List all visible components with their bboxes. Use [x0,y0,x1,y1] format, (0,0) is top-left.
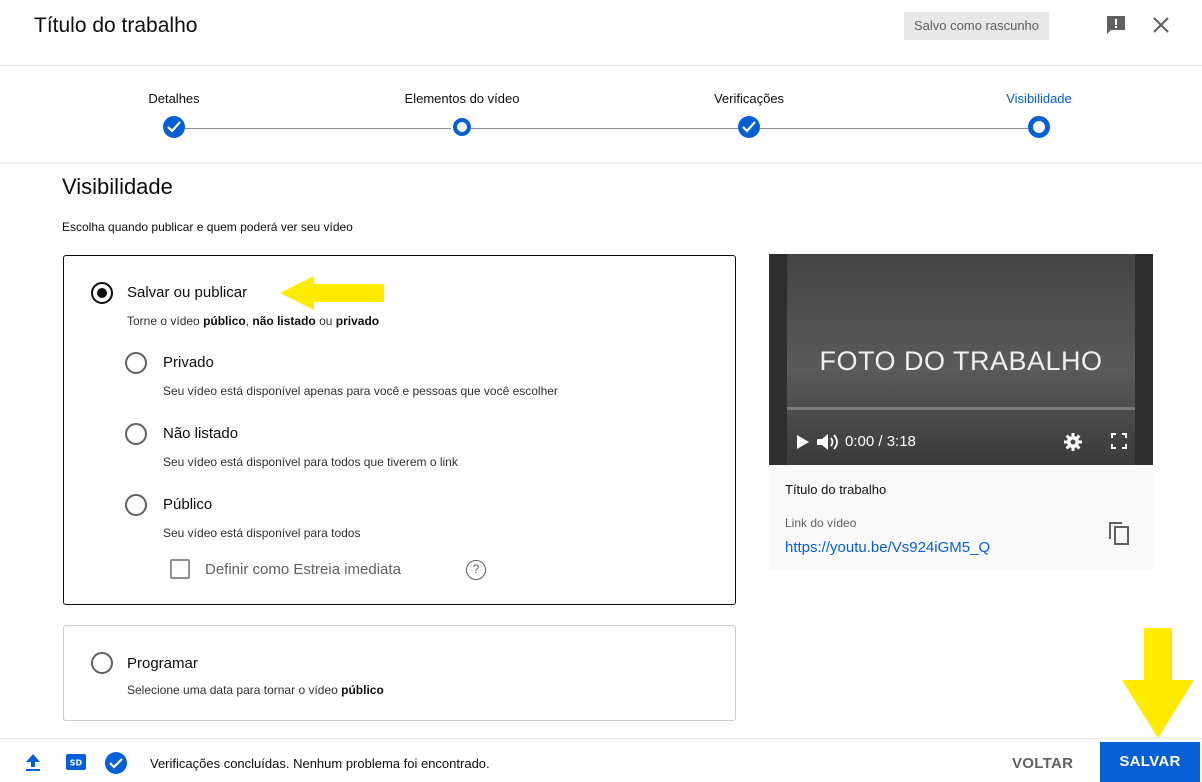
schedule-label: Programar [127,655,198,672]
checks-status-text: Verificações concluídas. Nenhum problema… [150,756,490,771]
step-pending-ring-icon[interactable] [453,118,471,136]
step-label-video-elements[interactable]: Elementos do vídeo [372,91,552,106]
fullscreen-icon[interactable] [1111,433,1127,449]
stepper-divider [0,162,1202,164]
play-icon[interactable] [797,435,809,449]
annotation-arrow-down-icon [1122,628,1194,738]
radio-private[interactable] [125,352,147,374]
premiere-checkbox[interactable] [170,559,190,579]
step-track [185,128,451,129]
video-thumbnail-text: FOTO DO TRABALHO [819,346,1103,376]
video-link-label: Link do vídeo [785,516,857,530]
checks-done-icon [105,752,127,774]
section-subtitle: Escolha quando publicar e quem poderá ve… [62,220,353,234]
step-label-checks[interactable]: Verificações [659,91,839,106]
video-preview-card: FOTO DO TRABALHO 0:00 / 3:18 Título do t… [769,254,1153,570]
step-done-check-icon[interactable] [738,116,760,138]
step-track [471,128,738,129]
copy-icon[interactable] [1107,520,1131,546]
save-publish-label: Salvar ou publicar [127,284,248,301]
option-public-desc: Seu vídeo está disponível para todos [163,526,361,540]
feedback-icon[interactable] [1104,13,1128,37]
schedule-card[interactable] [63,625,736,721]
step-done-check-icon[interactable] [163,116,185,138]
video-controls: 0:00 / 3:18 [769,419,1153,465]
radio-schedule[interactable] [91,652,113,674]
footer-divider [0,738,1202,739]
page-title: Título do trabalho [34,14,198,37]
video-link-url[interactable]: https://youtu.be/Vs924iGM5_Q [785,539,990,556]
settings-gear-icon[interactable] [1063,432,1083,452]
sd-quality-icon: SD [66,754,86,770]
option-private-desc: Seu vídeo está disponível apenas para vo… [163,384,558,398]
step-label-details[interactable]: Detalhes [84,91,264,106]
upload-icon [26,754,40,771]
preview-video-title: Título do trabalho [785,482,887,497]
premiere-label: Definir como Estreia imediata [205,561,401,578]
step-current-ring-icon[interactable] [1028,116,1050,138]
volume-icon[interactable] [817,432,839,452]
step-label-visibility[interactable]: Visibilidade [949,91,1129,106]
header-divider [0,65,1202,66]
radio-save-publish[interactable] [91,282,113,304]
svg-text:SD: SD [70,759,83,768]
save-publish-desc: Torne o vídeo público, não listado ou pr… [127,314,380,328]
section-title: Visibilidade [62,174,173,199]
help-icon[interactable]: ? [466,560,486,580]
option-private-label: Privado [163,354,214,371]
video-progress-bar[interactable] [787,407,1135,410]
option-unlisted-desc: Seu vídeo está disponível para todos que… [163,455,458,469]
draft-status-badge: Salvo como rascunho [904,12,1050,40]
step-track [760,128,1028,129]
schedule-desc: Selecione uma data para tornar o vídeo p… [127,683,384,697]
annotation-arrow-left-icon [280,276,384,310]
option-public-label: Público [163,496,213,513]
radio-unlisted[interactable] [125,423,147,445]
back-button[interactable]: VOLTAR [1012,755,1073,772]
option-unlisted-label: Não listado [163,425,239,442]
video-time: 0:00 / 3:18 [845,433,916,450]
radio-public[interactable] [125,494,147,516]
save-button[interactable]: SALVAR [1100,742,1200,782]
close-icon[interactable] [1150,14,1172,36]
